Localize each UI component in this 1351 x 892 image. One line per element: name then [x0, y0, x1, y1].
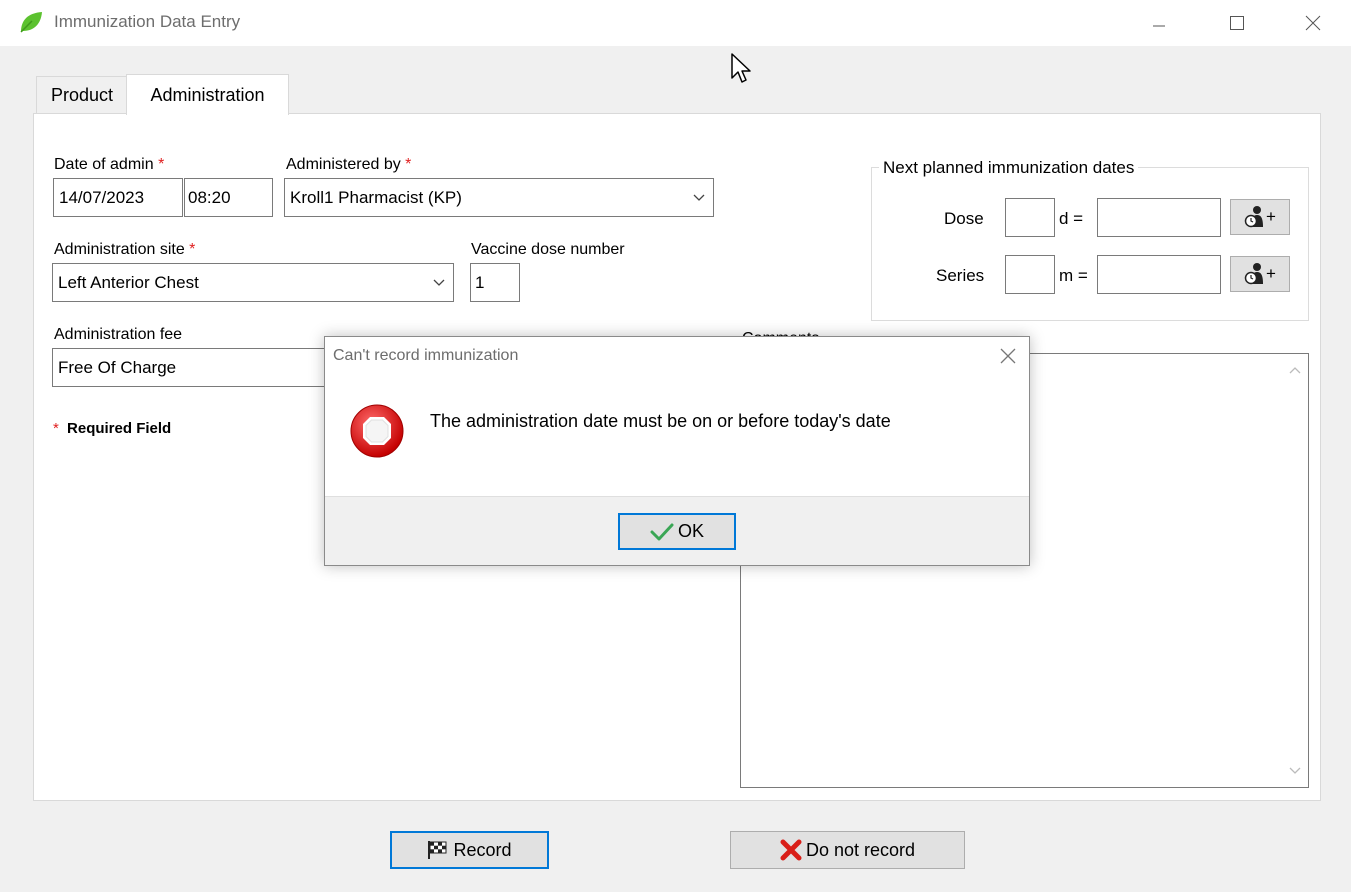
administration-site-select[interactable]: Left Anterior Chest	[52, 263, 454, 302]
do-not-record-button[interactable]: Do not record	[730, 831, 965, 869]
maximize-icon	[1230, 16, 1244, 30]
scroll-down-icon[interactable]	[1289, 767, 1301, 775]
series-interval-input[interactable]	[1005, 255, 1055, 294]
minimize-button[interactable]	[1130, 0, 1188, 46]
administration-fee-value: Free Of Charge	[58, 357, 177, 377]
required-note: * Required Field	[53, 420, 171, 437]
checkered-flag-icon	[428, 841, 447, 859]
required-note-text: Required Field	[67, 420, 172, 437]
date-input[interactable]: 14/07/2023	[53, 178, 183, 217]
ok-button-label: OK	[677, 521, 704, 541]
administration-site-label-text: Administration site	[54, 241, 185, 258]
administration-site-value: Left Anterior Chest	[58, 272, 199, 292]
tab-administration-label: Administration	[150, 84, 265, 105]
add-dose-reminder-plus: +	[1266, 207, 1276, 226]
scroll-up-icon[interactable]	[1289, 366, 1301, 374]
tab-product-label: Product	[50, 85, 114, 105]
series-date-input[interactable]	[1097, 255, 1221, 294]
series-unit-label: m =	[1059, 266, 1088, 285]
administered-by-select[interactable]: Kroll1 Pharmacist (KP)	[284, 178, 714, 217]
dose-unit-label: d =	[1059, 209, 1084, 228]
series-label: Series	[936, 266, 985, 285]
dialog-footer: OK	[325, 496, 1029, 565]
dose-interval-input[interactable]	[1005, 198, 1055, 237]
dialog-close-icon[interactable]	[999, 347, 1017, 365]
ok-button[interactable]: OK	[618, 513, 736, 550]
window-title: Immunization Data Entry	[54, 12, 241, 31]
leaf-icon	[20, 12, 42, 33]
administration-site-label: Administration site *	[54, 241, 195, 259]
chevron-down-icon	[433, 279, 445, 286]
mouse-cursor-icon	[731, 53, 751, 83]
add-series-reminder-plus: +	[1266, 264, 1276, 283]
dose-date-input[interactable]	[1097, 198, 1221, 237]
dialog-message: The administration date must be on or be…	[430, 411, 891, 431]
date-of-admin-label-text: Date of admin	[54, 156, 154, 173]
required-marker: *	[158, 156, 165, 173]
record-button-label: Record	[453, 839, 512, 860]
error-stop-icon	[350, 404, 404, 458]
add-dose-reminder-button[interactable]: +	[1230, 199, 1290, 235]
person-clock-icon	[1244, 263, 1264, 285]
error-dialog: Can't record immunization The administra…	[324, 336, 1030, 566]
required-marker: *	[189, 241, 196, 258]
time-value: 08:20	[188, 187, 231, 207]
vaccine-dose-number-label: Vaccine dose number	[471, 241, 625, 258]
comments-scrollbar[interactable]	[1282, 354, 1308, 787]
required-marker: *	[53, 420, 59, 437]
administered-by-value: Kroll1 Pharmacist (KP)	[290, 187, 462, 207]
check-icon	[650, 523, 674, 540]
person-clock-icon	[1244, 206, 1264, 228]
tab-administration[interactable]: Administration	[126, 74, 289, 115]
red-x-icon	[780, 839, 802, 861]
record-button[interactable]: Record	[390, 831, 549, 869]
close-icon	[1305, 15, 1321, 31]
administered-by-label: Administered by *	[286, 156, 411, 174]
administration-fee-label: Administration fee	[54, 326, 183, 343]
chevron-down-icon	[693, 194, 705, 201]
tab-product[interactable]: Product	[36, 76, 128, 114]
title-bar: Immunization Data Entry	[0, 0, 1351, 46]
do-not-record-button-label: Do not record	[805, 839, 916, 860]
next-planned-title: Next planned immunization dates	[879, 158, 1139, 178]
next-planned-groupbox	[871, 167, 1309, 321]
time-input[interactable]: 08:20	[184, 178, 273, 217]
add-series-reminder-button[interactable]: +	[1230, 256, 1290, 292]
maximize-button[interactable]	[1208, 0, 1266, 46]
vaccine-dose-number-value: 1	[475, 272, 485, 292]
required-marker: *	[405, 156, 412, 173]
close-button[interactable]	[1284, 0, 1342, 46]
dose-label: Dose	[944, 209, 984, 228]
vaccine-dose-number-input[interactable]: 1	[470, 263, 520, 302]
dialog-title: Can't record immunization	[333, 347, 519, 364]
date-of-admin-label: Date of admin *	[54, 156, 164, 174]
administered-by-label-text: Administered by	[286, 156, 401, 173]
minimize-icon	[1153, 25, 1165, 27]
date-value: 14/07/2023	[59, 187, 145, 207]
